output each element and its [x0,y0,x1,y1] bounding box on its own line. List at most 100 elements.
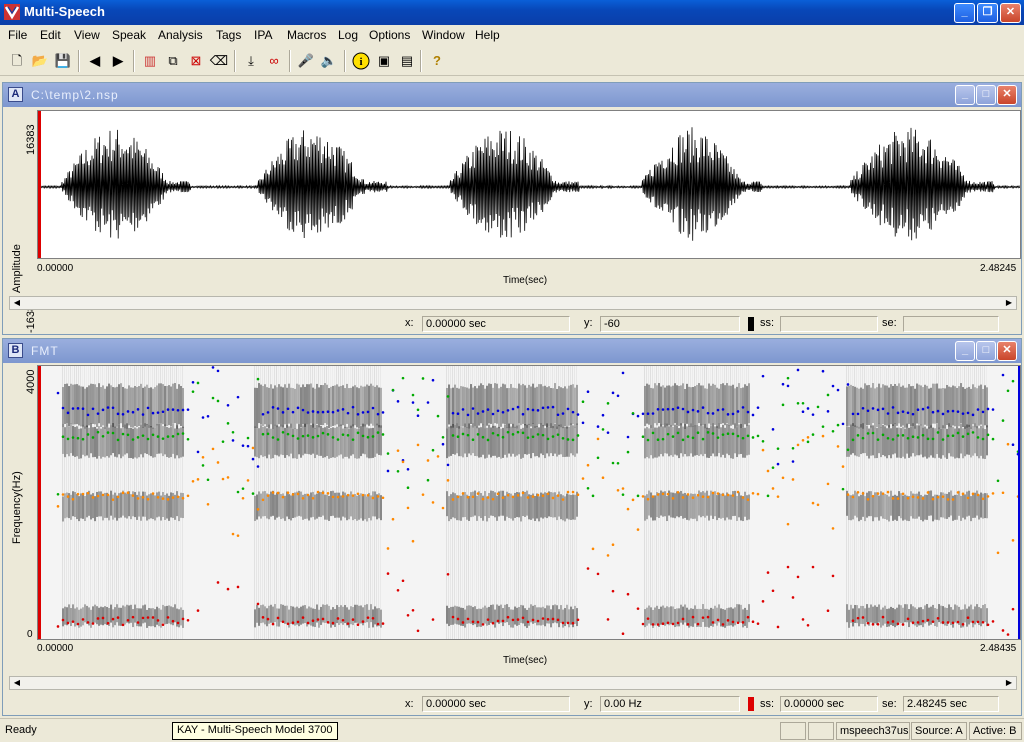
list-icon[interactable]: ▤ [396,50,418,72]
status-ready: Ready [5,724,37,736]
y-label: y: [584,698,593,710]
minimize-button[interactable]: _ [955,85,975,105]
cursor-marker [38,366,41,639]
help-icon[interactable]: ? [426,50,448,72]
menu-view[interactable]: View [74,28,100,42]
formant-window-title: B FMT _ □ ✕ [3,339,1021,363]
maximize-button[interactable]: □ [976,85,996,105]
scroll-left-arrow[interactable]: ◀ [10,677,24,689]
formant-window: B FMT _ □ ✕ Frequency(Hz) 4000 0 0.00000… [2,338,1022,716]
se-value-field: 2.48245 sec [903,696,999,712]
menu-file[interactable]: File [8,28,27,42]
end-marker [1018,366,1020,639]
menu-help[interactable]: Help [475,28,500,42]
copy-window-icon[interactable]: ⧉ [162,50,184,72]
x-axis-start: 0.00000 [37,263,74,274]
y-value-field: 0.00 Hz [600,696,740,712]
app-title: Multi-Speech [24,4,105,19]
spectrogram-icon[interactable]: ▥ [139,50,161,72]
ss-label: ss: [760,317,775,329]
se-label: se: [882,698,897,710]
menu-log[interactable]: Log [338,28,358,42]
marker-swatch [748,317,754,331]
minimize-button[interactable]: _ [955,341,975,361]
waveform-plot[interactable] [37,110,1021,259]
status-bar: Ready mspeech37use Source: A Active: B [0,718,1024,742]
speaker-icon[interactable]: 🔈 [318,50,340,72]
menu-options[interactable]: Options [369,28,410,42]
waveform-graph [38,127,1020,241]
app-logo-icon [4,4,20,20]
maximize-button[interactable]: □ [976,341,996,361]
microphone-icon[interactable]: 🎤 [295,50,317,72]
x-axis-start: 0.00000 [37,643,74,654]
y-axis-bottom: 0 [27,629,33,640]
spectrogram-graph [38,366,1020,639]
x-axis-label: Time(sec) [503,275,548,286]
y-value-field: -60 [600,316,740,332]
delete-window-icon[interactable]: ⊠ [185,50,207,72]
new-file-icon[interactable]: 🗋 [6,50,28,72]
save-icon[interactable]: 💾 [52,50,74,72]
x-label: x: [405,698,414,710]
menu-ipa[interactable]: IPA [254,28,272,42]
svg-text:i: i [359,56,362,68]
menu-macros[interactable]: Macros [287,28,326,42]
menu-bar: File Edit View Speak Analysis Tags IPA M… [0,25,1024,45]
close-button[interactable]: ✕ [997,341,1017,361]
ss-value-field [780,316,878,332]
status-empty-2 [808,722,834,740]
x-label: x: [405,317,414,329]
y-label: y: [584,317,593,329]
minimize-button[interactable]: _ [954,3,975,23]
menu-analysis[interactable]: Analysis [158,28,203,42]
waveform-window-title: A C:\temp\2.nsp _ □ ✕ [3,83,1021,107]
window-caption: FMT [31,344,59,358]
se-label: se: [882,317,897,329]
waveform-window: A C:\temp\2.nsp _ □ ✕ Amplitude -16383 1… [2,82,1022,335]
y-axis-label: Amplitude [11,244,23,293]
spectrogram-plot[interactable] [37,365,1021,640]
x-axis-label: Time(sec) [503,655,548,666]
status-active: Active: B [969,722,1022,740]
open-folder-icon[interactable]: 📂 [29,50,51,72]
cursor-marker [38,111,41,258]
scroll-left-arrow[interactable]: ◀ [10,297,24,309]
app-title-bar: Multi-Speech _ ❐ ✕ [0,0,1024,25]
menu-window[interactable]: Window [422,28,465,42]
download-icon[interactable]: ⤓ [240,50,262,72]
y-axis-label: Frequency(Hz) [11,471,23,544]
status-user: mspeech37use [836,722,910,740]
forward-arrow-icon[interactable]: ▶ [107,50,129,72]
status-empty-1 [780,722,806,740]
marker-swatch [748,697,754,711]
scroll-right-arrow[interactable]: ▶ [1002,297,1016,309]
restore-button[interactable]: ❐ [977,3,998,23]
y-axis-top: 4000 [25,369,37,394]
toolbar: 🗋 📂 💾 ◀ ▶ ▥ ⧉ ⊠ ⌫ ⤓ ∞ 🎤 🔈 i ▣ ▤ ? [0,46,1024,76]
y-axis-top: 16383 [25,124,37,155]
x-value-field: 0.00000 sec [422,696,570,712]
tooltip: KAY - Multi-Speech Model 3700 [172,722,338,740]
eraser-icon[interactable]: ⌫ [208,50,230,72]
close-button[interactable]: ✕ [1000,3,1021,23]
window-caption: C:\temp\2.nsp [31,88,119,102]
window-badge: A [8,87,23,102]
back-arrow-icon[interactable]: ◀ [84,50,106,72]
menu-edit[interactable]: Edit [40,28,61,42]
link-icon[interactable]: ∞ [263,50,285,72]
menu-tags[interactable]: Tags [216,28,241,42]
x-value-field: 0.00000 sec [422,316,570,332]
se-value-field [903,316,999,332]
status-source: Source: A [911,722,967,740]
x-axis-end: 2.48245 [980,263,1017,274]
close-button[interactable]: ✕ [997,85,1017,105]
menu-speak[interactable]: Speak [112,28,146,42]
ss-label: ss: [760,698,775,710]
info-icon[interactable]: i [350,50,372,72]
window-icon[interactable]: ▣ [373,50,395,72]
horizontal-scrollbar[interactable]: ◀ ▶ [9,676,1017,690]
horizontal-scrollbar[interactable]: ◀ ▶ [9,296,1017,310]
ss-value-field: 0.00000 sec [780,696,878,712]
scroll-right-arrow[interactable]: ▶ [1002,677,1016,689]
